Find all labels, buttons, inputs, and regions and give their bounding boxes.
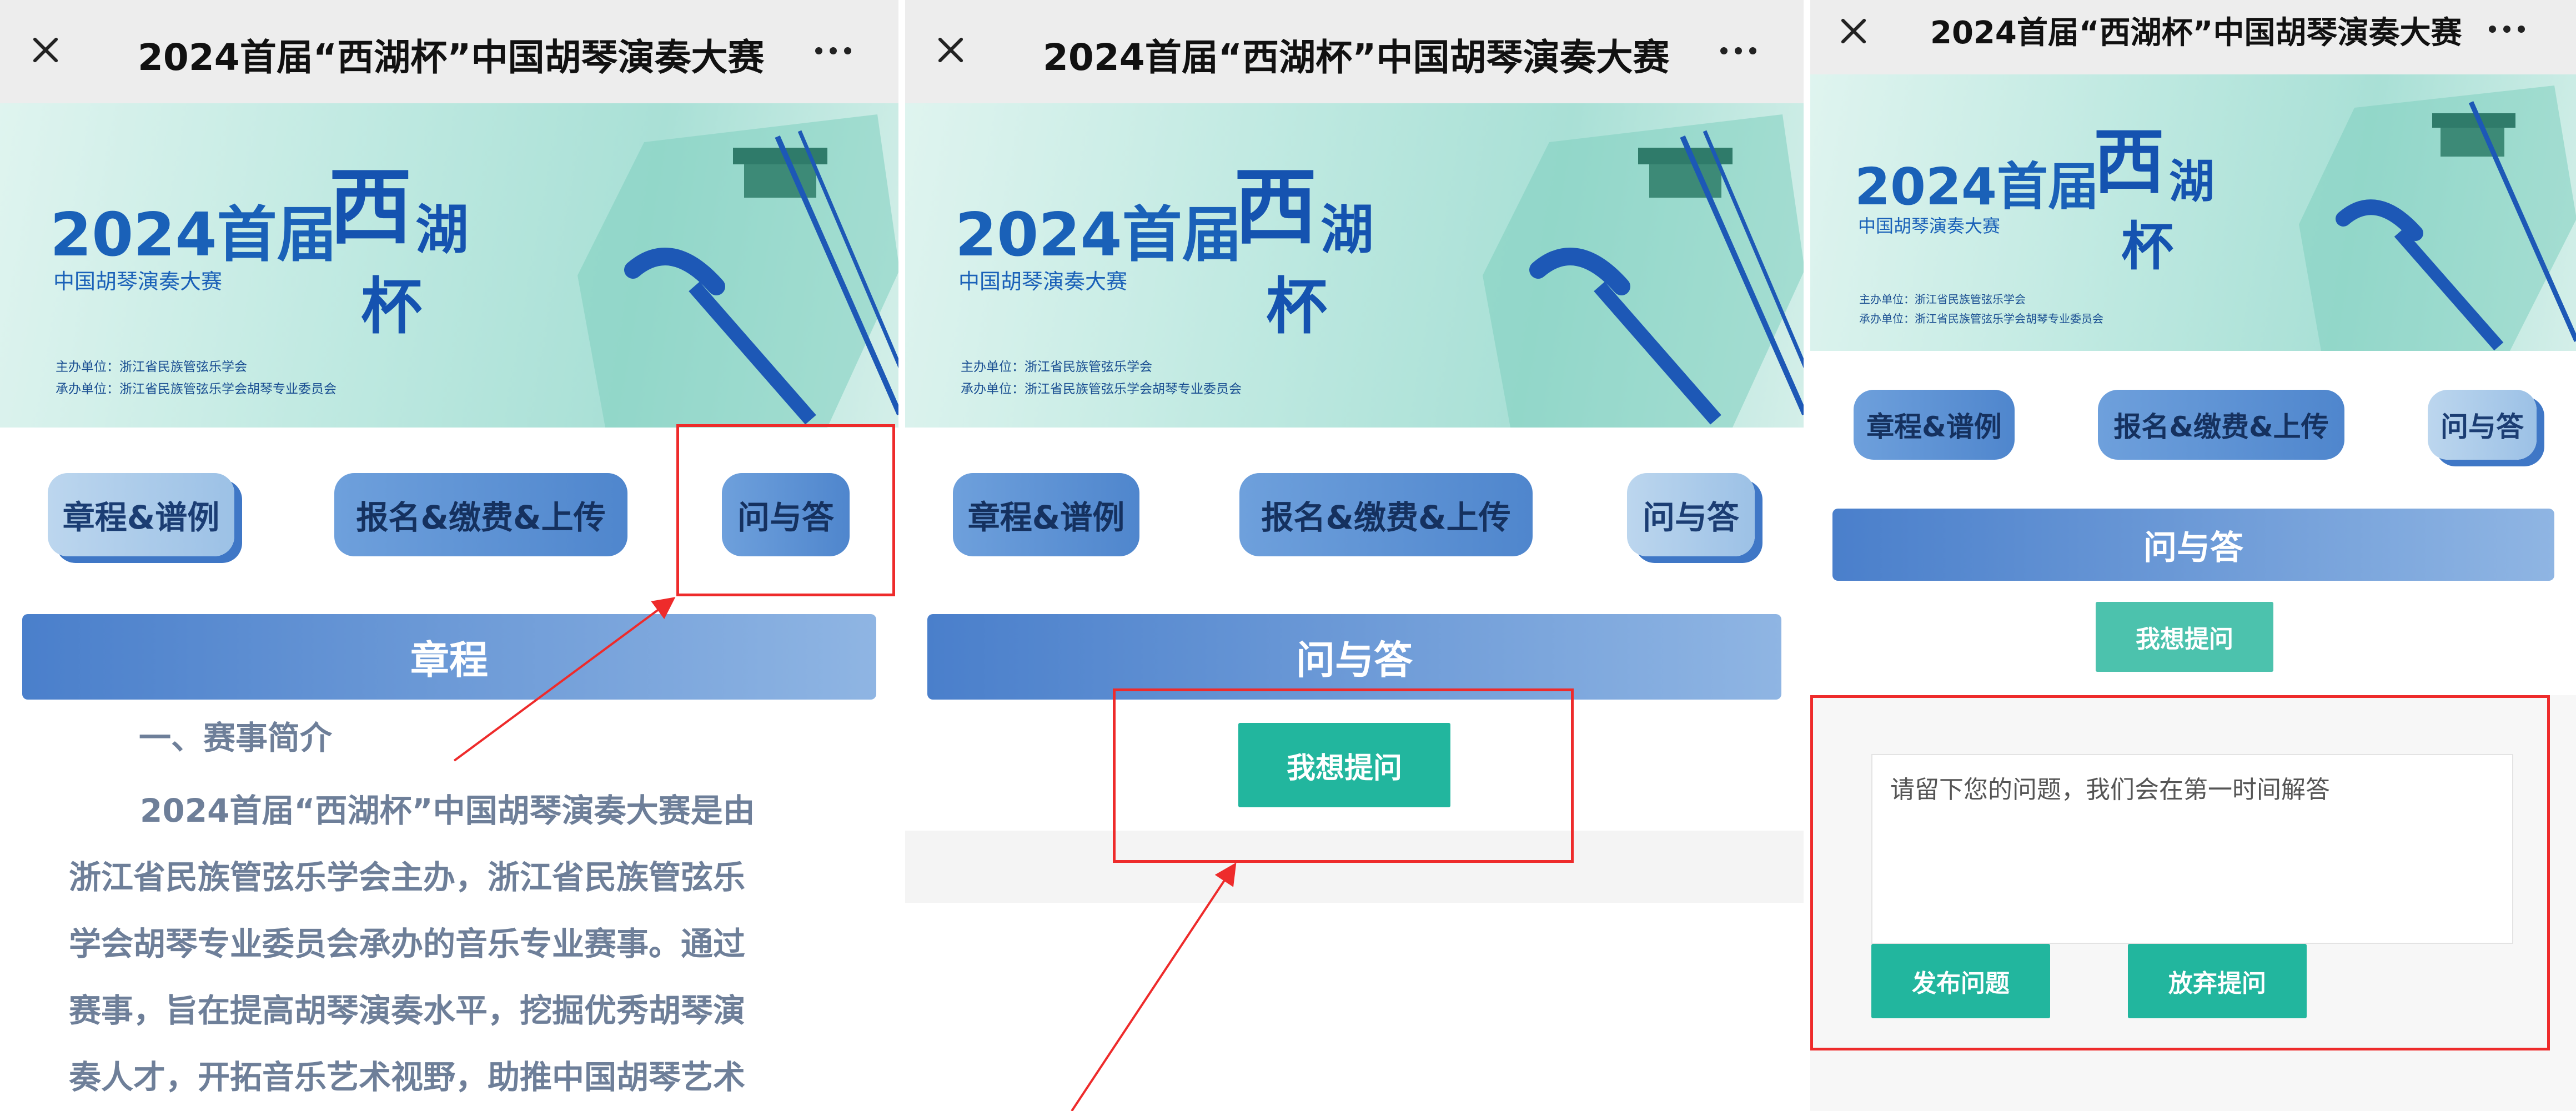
screen-rules: 2024首届“西湖杯”中国胡琴演奏大赛 2024首届 中国胡琴演奏大赛 西 湖 … xyxy=(0,0,898,1111)
banner-calligraphy-bei: 杯 xyxy=(361,270,422,342)
banner-calligraphy-bei: 杯 xyxy=(2121,216,2174,277)
window-title: 2024首届“西湖杯”中国胡琴演奏大赛 xyxy=(1043,36,1670,79)
erhu-icon xyxy=(578,114,898,428)
banner-organizers: 主办单位：浙江省民族管弦乐学会 承办单位：浙江省民族管弦乐学会胡琴专业委员会 xyxy=(1859,290,2103,329)
event-banner: 2024首届 中国胡琴演奏大赛 西 湖 杯 主办单位：浙江省民族管弦乐学会 承办… xyxy=(1810,74,2576,351)
more-icon[interactable] xyxy=(815,47,851,54)
window-title: 2024首届“西湖杯”中国胡琴演奏大赛 xyxy=(1930,15,2462,51)
more-icon[interactable] xyxy=(2489,26,2525,33)
erhu-icon xyxy=(2299,86,2576,351)
intro-heading: 一、赛事简介 xyxy=(139,719,333,757)
tab-register-pay-upload[interactable]: 报名&缴费&上传 xyxy=(1239,473,1533,556)
close-icon[interactable] xyxy=(1836,13,1867,44)
tab-qa[interactable]: 问与答 xyxy=(1627,473,1755,556)
organizer-undertaker: 承办单位：浙江省民族管弦乐学会胡琴专业委员会 xyxy=(961,382,1242,397)
tab-qa[interactable]: 问与答 xyxy=(2428,390,2537,460)
annotation-box-form xyxy=(1810,695,2550,1050)
banner-calligraphy-hu: 湖 xyxy=(1320,198,1374,261)
erhu-icon xyxy=(1483,114,1804,428)
section-title: 问与答 xyxy=(927,614,1781,700)
organizer-undertaker: 承办单位：浙江省民族管弦乐学会胡琴专业委员会 xyxy=(1859,312,2103,325)
banner-subtitle: 中国胡琴演奏大赛 xyxy=(958,269,1128,294)
intro-paragraph: 2024首届“西湖杯”中国胡琴演奏大赛是由 浙江省民族管弦乐学会主办，浙江省民族… xyxy=(69,777,846,1110)
banner-calligraphy-xi: 西 xyxy=(1234,158,1318,256)
banner-calligraphy-xi: 西 xyxy=(2093,120,2165,204)
section-title: 问与答 xyxy=(1832,509,2554,581)
banner-year: 2024首届 xyxy=(50,200,337,270)
tab-rules-scores[interactable]: 章程&谱例 xyxy=(953,473,1139,556)
banner-calligraphy-bei: 杯 xyxy=(1266,270,1327,342)
organizer-host: 主办单位：浙江省民族管弦乐学会 xyxy=(56,360,247,374)
section-title: 章程 xyxy=(22,614,876,700)
ask-question-button[interactable]: 我想提问 xyxy=(2096,602,2273,672)
banner-subtitle: 中国胡琴演奏大赛 xyxy=(1858,215,2001,237)
banner-year: 2024首届 xyxy=(1855,157,2100,217)
screen-qa: 2024首届“西湖杯”中国胡琴演奏大赛 2024首届 中国胡琴演奏大赛 西 湖 … xyxy=(905,0,1804,1111)
banner-year: 2024首届 xyxy=(955,200,1242,270)
title-bar: 2024首届“西湖杯”中国胡琴演奏大赛 xyxy=(905,0,1804,103)
event-banner: 2024首届 中国胡琴演奏大赛 西 湖 杯 主办单位：浙江省民族管弦乐学会 承办… xyxy=(905,103,1804,428)
organizer-undertaker: 承办单位：浙江省民族管弦乐学会胡琴专业委员会 xyxy=(56,382,337,397)
intro-line: 学会胡琴专业委员会承办的音乐专业赛事。通过 xyxy=(69,925,746,963)
intro-line: 赛事，旨在提高胡琴演奏水平，挖掘优秀胡琴演 xyxy=(69,992,746,1029)
close-icon[interactable] xyxy=(933,32,968,68)
more-icon[interactable] xyxy=(1720,47,1756,54)
screen-ask-form: 2024首届“西湖杯”中国胡琴演奏大赛 2024首届 中国胡琴演奏大赛 西 湖 … xyxy=(1810,0,2576,1111)
banner-calligraphy-hu: 湖 xyxy=(2169,155,2215,208)
event-banner: 2024首届 中国胡琴演奏大赛 西 湖 杯 主办单位：浙江省民族管弦乐学会 承办… xyxy=(0,103,898,428)
organizer-host: 主办单位：浙江省民族管弦乐学会 xyxy=(961,360,1152,374)
title-bar: 2024首届“西湖杯”中国胡琴演奏大赛 xyxy=(1810,0,2576,74)
tab-register-pay-upload[interactable]: 报名&缴费&上传 xyxy=(334,473,627,556)
tab-rules-scores[interactable]: 章程&谱例 xyxy=(48,473,234,556)
banner-organizers: 主办单位：浙江省民族管弦乐学会 承办单位：浙江省民族管弦乐学会胡琴专业委员会 xyxy=(56,356,337,401)
intro-line: 奏人才，开拓音乐艺术视野，助推中国胡琴艺术 xyxy=(69,1058,746,1096)
intro-line: 浙江省民族管弦乐学会主办，浙江省民族管弦乐 xyxy=(69,858,746,896)
tab-register-pay-upload[interactable]: 报名&缴费&上传 xyxy=(2098,390,2344,460)
annotation-box-qa-tab xyxy=(676,424,895,596)
banner-calligraphy-hu: 湖 xyxy=(415,198,469,261)
organizer-host: 主办单位：浙江省民族管弦乐学会 xyxy=(1859,293,2026,306)
banner-calligraphy-xi: 西 xyxy=(329,158,413,256)
tab-rules-scores[interactable]: 章程&谱例 xyxy=(1854,390,2015,460)
window-title: 2024首届“西湖杯”中国胡琴演奏大赛 xyxy=(138,36,765,79)
intro-line: 2024首届“西湖杯”中国胡琴演奏大赛是由 xyxy=(140,792,755,830)
title-bar: 2024首届“西湖杯”中国胡琴演奏大赛 xyxy=(0,0,898,103)
banner-subtitle: 中国胡琴演奏大赛 xyxy=(53,269,223,294)
annotation-box-ask xyxy=(1113,688,1574,863)
banner-organizers: 主办单位：浙江省民族管弦乐学会 承办单位：浙江省民族管弦乐学会胡琴专业委员会 xyxy=(961,356,1242,401)
close-icon[interactable] xyxy=(28,32,63,68)
